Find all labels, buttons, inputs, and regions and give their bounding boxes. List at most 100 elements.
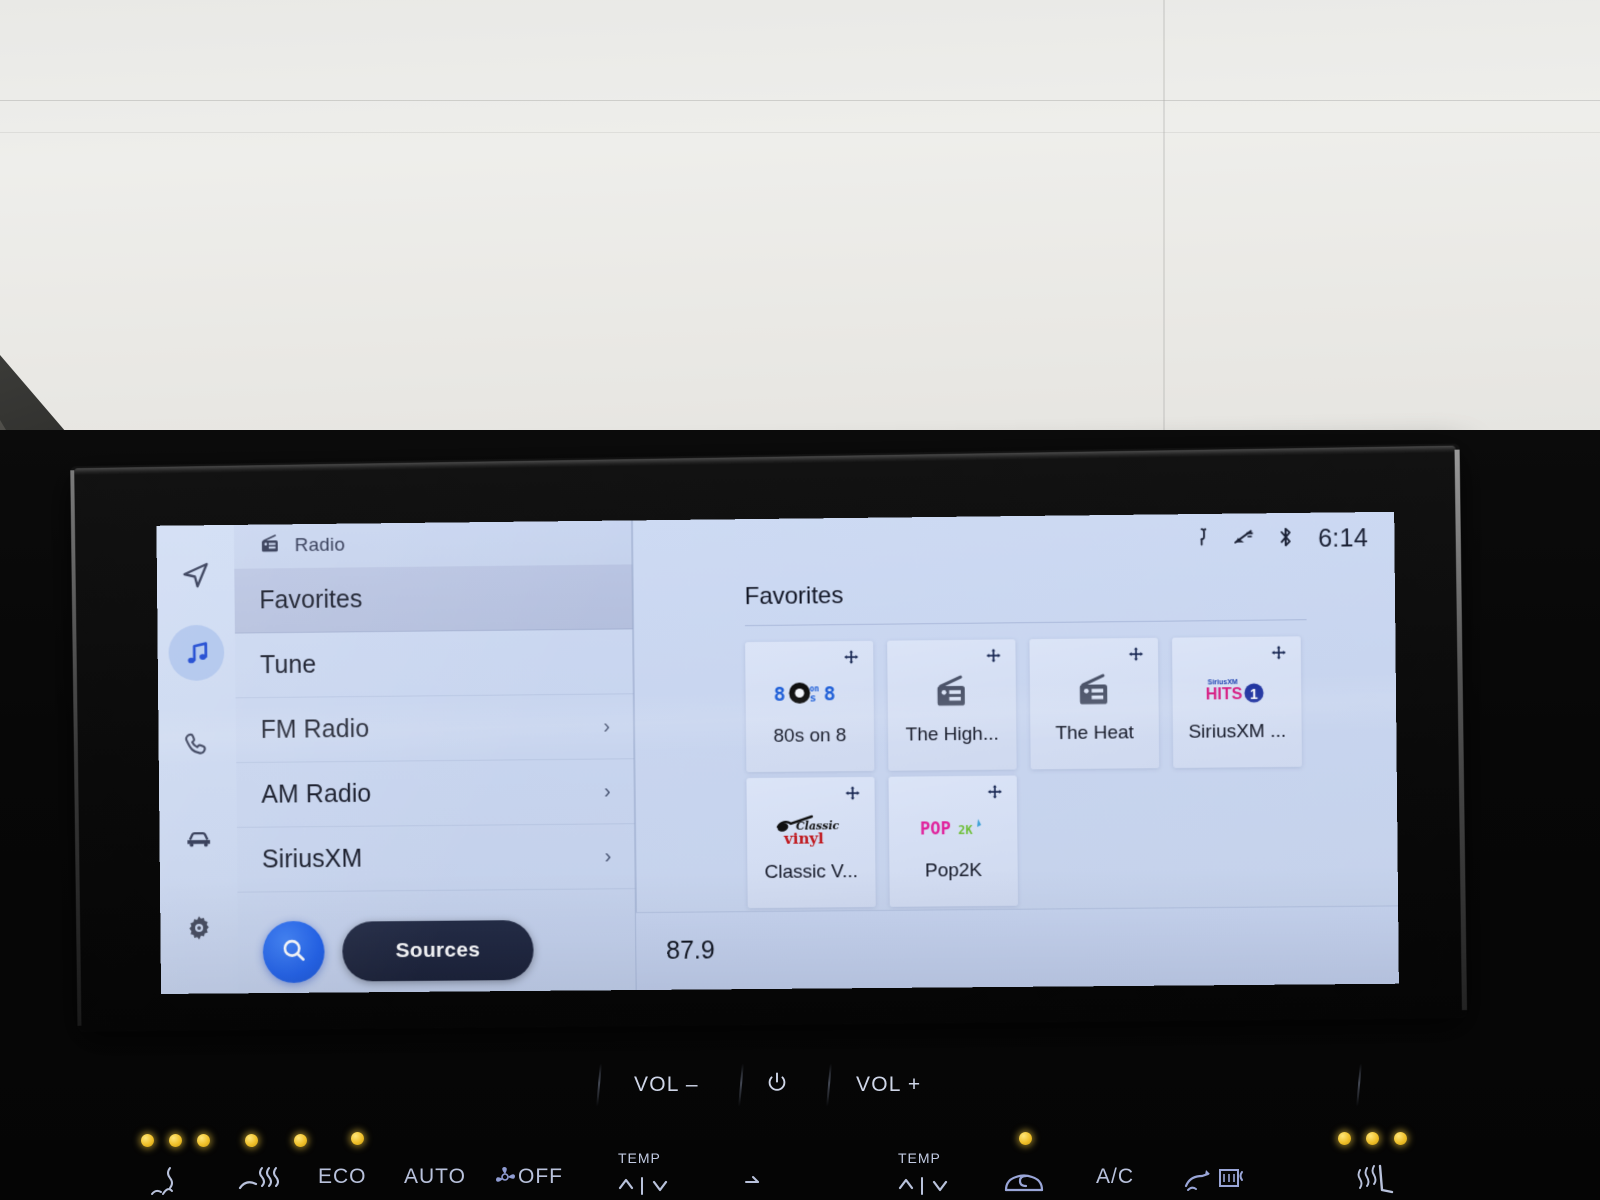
station-logo: Classic vinyl <box>774 811 848 852</box>
menu-row-label: Favorites <box>259 584 363 614</box>
indicator-led <box>351 1132 364 1145</box>
indicator-led <box>1019 1132 1032 1145</box>
favorite-card[interactable]: Classic vinyl Classic V... <box>746 776 876 909</box>
seat-heat-icon[interactable] <box>234 1162 286 1200</box>
svg-text:POP: POP <box>920 818 951 838</box>
steering-wheel-heat-icon[interactable] <box>148 1164 192 1200</box>
favorite-card[interactable]: POP 2K Pop2K <box>888 775 1019 907</box>
microphone-icon <box>1191 525 1212 554</box>
menu-header-title: Radio <box>294 534 346 557</box>
sidebar-item-navigation[interactable] <box>168 547 224 603</box>
sync-arrow-icon[interactable] <box>740 1168 774 1194</box>
temp-label-right: TEMP <box>898 1150 941 1166</box>
power-icon <box>768 1072 786 1091</box>
bluetooth-icon <box>1277 524 1295 553</box>
siriusxm-hits1-logo: SiriusXM HITS 1 <box>1203 672 1270 710</box>
svg-text:s: s <box>810 691 817 704</box>
wall-seam <box>0 100 1600 101</box>
volume-up-button[interactable]: VOL + <box>856 1073 921 1097</box>
menu-header: Radio <box>233 520 633 569</box>
favorite-card[interactable]: The High... <box>887 639 1017 771</box>
fan-off-icon[interactable] <box>493 1166 517 1188</box>
radio-menu-panel: Radio Favorites Tune FM Radio › AM Radio… <box>233 520 637 994</box>
station-name: Pop2K <box>924 859 983 882</box>
classic-vinyl-logo: Classic vinyl <box>774 812 848 852</box>
temp-stepper-left[interactable] <box>612 1172 676 1200</box>
menu-row-fm-radio[interactable]: FM Radio › <box>235 694 635 764</box>
volume-down-button[interactable]: VOL – <box>634 1073 699 1097</box>
chevron-right-icon: › <box>603 715 611 738</box>
indicator-led <box>1394 1132 1407 1145</box>
defrost-front-icon[interactable] <box>1180 1162 1214 1196</box>
indicator-led <box>1338 1132 1351 1145</box>
move-handle-icon[interactable] <box>985 647 1001 663</box>
car-icon <box>183 821 214 852</box>
search-button[interactable] <box>262 920 325 984</box>
now-playing-bar[interactable]: 87.9 <box>635 905 1399 991</box>
fan-off-button[interactable]: OFF <box>518 1165 563 1189</box>
indicator-led <box>1366 1132 1379 1145</box>
station-name: 80s on 8 <box>773 725 847 747</box>
favorite-card[interactable]: SiriusXM HITS 1 SiriusXM ... <box>1171 636 1303 768</box>
temp-stepper-right[interactable] <box>892 1172 956 1200</box>
station-logo: POP 2K <box>918 810 989 851</box>
sidebar-item-vehicle[interactable] <box>170 808 226 864</box>
menu-row-label: SiriusXM <box>261 844 363 874</box>
menu-row-label: AM Radio <box>261 779 372 809</box>
eco-button[interactable]: ECO <box>318 1165 367 1189</box>
button-separator <box>1356 1062 1362 1108</box>
search-icon <box>280 935 308 968</box>
sidebar-item-phone[interactable] <box>169 716 225 772</box>
clock: 6:14 <box>1317 523 1369 553</box>
station-logo: SiriusXM HITS 1 <box>1203 671 1270 712</box>
seat-heat-right-icon[interactable] <box>1348 1162 1398 1200</box>
favorites-section-title: Favorites <box>744 582 844 611</box>
move-handle-icon[interactable] <box>1128 646 1144 662</box>
defrost-rear-icon[interactable] <box>1214 1162 1248 1196</box>
svg-text:1: 1 <box>1250 685 1258 701</box>
mute-slash-icon <box>1231 525 1257 554</box>
station-name: The Heat <box>1055 722 1134 745</box>
menu-row-siriusxm[interactable]: SiriusXM › <box>236 824 636 893</box>
indicator-led <box>169 1134 182 1147</box>
move-handle-icon[interactable] <box>1271 644 1287 660</box>
sidebar-item-media[interactable] <box>168 624 225 682</box>
display-bezel: Radio Favorites Tune FM Radio › AM Radio… <box>70 443 1468 1032</box>
auto-button[interactable]: AUTO <box>404 1165 466 1189</box>
recirculate-icon[interactable] <box>1000 1164 1050 1198</box>
gear-icon <box>184 913 214 943</box>
photo-scene: Radio Favorites Tune FM Radio › AM Radio… <box>0 0 1600 1200</box>
radio-icon <box>259 532 282 560</box>
power-button[interactable] <box>766 1071 788 1101</box>
navigation-arrow-icon <box>181 560 211 590</box>
temp-label-left: TEMP <box>618 1150 661 1166</box>
move-handle-icon[interactable] <box>843 649 859 665</box>
radio-menu-list: Favorites Tune FM Radio › AM Radio › Sir… <box>234 564 636 893</box>
menu-row-favorites[interactable]: Favorites <box>234 564 634 634</box>
move-handle-icon[interactable] <box>987 784 1003 800</box>
wall-vertical-seam <box>1163 0 1165 460</box>
favorite-card[interactable]: 8 on s 8 80s on 8 <box>745 640 875 773</box>
svg-text:HITS: HITS <box>1206 686 1243 703</box>
menu-row-label: FM Radio <box>260 714 370 744</box>
menu-row-tune[interactable]: Tune <box>234 629 634 699</box>
chevron-right-icon: › <box>604 845 612 868</box>
phone-icon <box>183 730 212 759</box>
sidebar-item-settings[interactable] <box>171 900 227 956</box>
indicator-led <box>141 1134 154 1147</box>
indicator-led <box>197 1134 210 1147</box>
section-divider <box>744 619 1307 627</box>
favorite-card[interactable]: The Heat <box>1029 637 1160 770</box>
favorites-grid: 8 on s 8 80s on 8 The High... The Heat S… <box>745 636 1370 909</box>
sources-button[interactable]: Sources <box>342 919 534 982</box>
station-name: SiriusXM ... <box>1188 720 1287 743</box>
indicator-led <box>294 1134 307 1147</box>
move-handle-icon[interactable] <box>845 785 861 801</box>
infotainment-screen[interactable]: Radio Favorites Tune FM Radio › AM Radio… <box>156 511 1399 994</box>
menu-row-am-radio[interactable]: AM Radio › <box>236 759 636 828</box>
ac-button[interactable]: A/C <box>1096 1165 1134 1189</box>
chevron-right-icon: › <box>603 780 611 803</box>
indicator-led <box>245 1134 258 1147</box>
music-note-icon <box>181 637 212 668</box>
button-separator <box>738 1062 744 1108</box>
